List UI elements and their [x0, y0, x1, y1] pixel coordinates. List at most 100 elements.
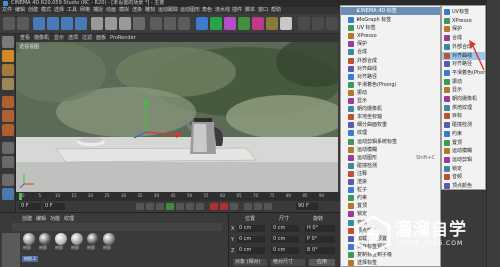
material-swatch[interactable]: 材质: [54, 233, 68, 251]
scale-icon[interactable]: [61, 17, 73, 30]
submenu-item[interactable]: 约束: [442, 130, 485, 138]
menu-item[interactable]: 对齐曲线: [341, 65, 440, 73]
menu-window[interactable]: 窗口: [258, 7, 268, 14]
prev-frame-icon[interactable]: [156, 203, 164, 210]
render-view-icon[interactable]: [150, 17, 162, 30]
material-swatch[interactable]: 材质: [70, 233, 84, 251]
submenu-item[interactable]: 碰撞检测: [442, 121, 485, 129]
submenu-item[interactable]: 烘焙纹理: [442, 104, 485, 112]
menu-motion-tracking[interactable]: 运动跟踪: [158, 7, 178, 14]
menu-create[interactable]: 创建: [28, 7, 38, 14]
solo-icon[interactable]: [2, 174, 14, 186]
submenu-item[interactable]: 顶点颜色: [442, 182, 485, 190]
coordinate-system-icon[interactable]: [133, 17, 145, 30]
submenu-item[interactable]: 目标: [442, 112, 485, 120]
menu-item[interactable]: 振动: [341, 89, 440, 97]
menu-mograph[interactable]: 运动图形: [180, 7, 200, 14]
polygons-mode-icon[interactable]: [2, 124, 14, 136]
menu-item[interactable]: 粒子: [341, 186, 440, 194]
edges-mode-icon[interactable]: [2, 110, 14, 122]
menu-render[interactable]: 渲染: [132, 7, 142, 14]
menu-item[interactable]: 外部合成: [341, 57, 440, 65]
menu-item[interactable]: 运动剪辑系统标签: [341, 138, 440, 146]
coord-mode-select[interactable]: 对象 (相对): [233, 259, 267, 266]
submenu-item[interactable]: 运动模糊: [442, 147, 485, 155]
pos-x-field[interactable]: 0 cm: [237, 225, 265, 232]
size-x-field[interactable]: 0 cm: [271, 225, 299, 232]
menu-item[interactable]: 注释: [341, 170, 440, 178]
menu-mode[interactable]: 模式: [41, 7, 51, 14]
menu-tools[interactable]: 工具: [67, 7, 77, 14]
menu-header-c4d-tags[interactable]: CINEMA 4D 标签 ▸: [341, 7, 440, 15]
menu-item[interactable]: 本地坐标轴: [341, 113, 440, 121]
submenu-item[interactable]: 音频: [442, 173, 485, 181]
menu-sculpt[interactable]: 雕刻: [145, 7, 155, 14]
menu-plugins[interactable]: 插件: [232, 7, 242, 14]
pos-z-field[interactable]: 0 cm: [237, 247, 265, 254]
subdivision-icon[interactable]: [210, 17, 222, 30]
submenu-item[interactable]: 运动剪辑: [442, 156, 485, 164]
record-icon[interactable]: [210, 203, 218, 210]
start-frame-field[interactable]: 0 F: [19, 203, 41, 210]
rotation-key-icon[interactable]: [264, 203, 272, 210]
material-swatch[interactable]: 材质: [102, 233, 116, 251]
mat-tab-edit[interactable]: 编辑: [36, 215, 46, 222]
menu-item[interactable]: 运动图形 Shift+C: [341, 154, 440, 162]
cube-icon[interactable]: [196, 17, 208, 30]
menu-item[interactable]: 细分曲面权重: [341, 121, 440, 129]
vp-menu-camera[interactable]: 摄像机: [34, 34, 49, 42]
selected-material-label[interactable]: 材质.2: [22, 256, 38, 262]
material-swatch[interactable]: 材质: [86, 233, 100, 251]
make-editable-icon[interactable]: [2, 36, 14, 48]
goto-start-icon[interactable]: [136, 203, 144, 210]
submenu-item[interactable]: XPresso: [442, 17, 485, 25]
mat-tab-function[interactable]: 功能: [50, 215, 60, 222]
light-icon[interactable]: [280, 17, 292, 30]
z-axis-lock-icon[interactable]: [119, 17, 131, 30]
workplane-icon[interactable]: [298, 17, 310, 30]
menu-item[interactable]: 碰撞检测: [341, 162, 440, 170]
submenu-item[interactable]: 朝向摄像机: [442, 95, 485, 103]
keyframe-selection-icon[interactable]: [230, 203, 238, 210]
current-frame-field[interactable]: 0 F: [43, 203, 65, 210]
size-mode-select[interactable]: 绝对尺寸: [271, 259, 305, 266]
scale-key-icon[interactable]: [254, 203, 262, 210]
next-frame-icon[interactable]: [176, 203, 184, 210]
size-z-field[interactable]: 0 cm: [271, 247, 299, 254]
menu-item[interactable]: 运动模糊: [341, 146, 440, 154]
vp-menu-display[interactable]: 显示: [54, 34, 64, 42]
menu-item[interactable]: 对齐路径: [341, 73, 440, 81]
submenu-item[interactable]: 显示: [442, 86, 485, 94]
menu-file[interactable]: 文件: [2, 7, 12, 14]
play-icon[interactable]: [166, 203, 174, 210]
prev-key-icon[interactable]: [146, 203, 154, 210]
menu-help[interactable]: 帮助: [271, 7, 281, 14]
mat-tab-texture[interactable]: 纹理: [64, 215, 74, 222]
menu-item[interactable]: 渲染: [341, 178, 440, 186]
rot-b-field[interactable]: B 0°: [305, 247, 335, 254]
redo-icon[interactable]: [17, 17, 29, 30]
live-select-icon[interactable]: [33, 17, 45, 30]
quantize-icon[interactable]: [326, 17, 338, 30]
menu-animate[interactable]: 动画: [106, 7, 116, 14]
model-mode-icon[interactable]: [2, 50, 14, 62]
snap-icon[interactable]: [312, 17, 324, 30]
menu-item[interactable]: 平滑着色(Phong): [341, 81, 440, 89]
menu-item[interactable]: 显示: [341, 97, 440, 105]
vp-menu-view[interactable]: 查看: [20, 34, 30, 42]
rotate-icon[interactable]: [75, 17, 87, 30]
goto-end-icon[interactable]: [196, 203, 204, 210]
menu-item[interactable]: 保护: [341, 40, 440, 48]
menu-item[interactable]: XPresso: [341, 32, 440, 40]
menu-snap[interactable]: 捕捉: [93, 7, 103, 14]
rot-p-field[interactable]: P 0°: [305, 236, 335, 243]
tweak-icon[interactable]: [2, 156, 14, 168]
menu-item[interactable]: MoGraph 标签 ▸: [341, 16, 440, 24]
deformer-icon[interactable]: [238, 17, 250, 30]
menu-item[interactable]: 合成: [341, 48, 440, 56]
submenu-item[interactable]: 保护: [442, 25, 485, 33]
menu-edit[interactable]: 编辑: [15, 7, 25, 14]
move-icon[interactable]: [47, 17, 59, 30]
workplane-mode-icon[interactable]: [2, 78, 14, 90]
menu-select[interactable]: 选择: [54, 7, 64, 14]
